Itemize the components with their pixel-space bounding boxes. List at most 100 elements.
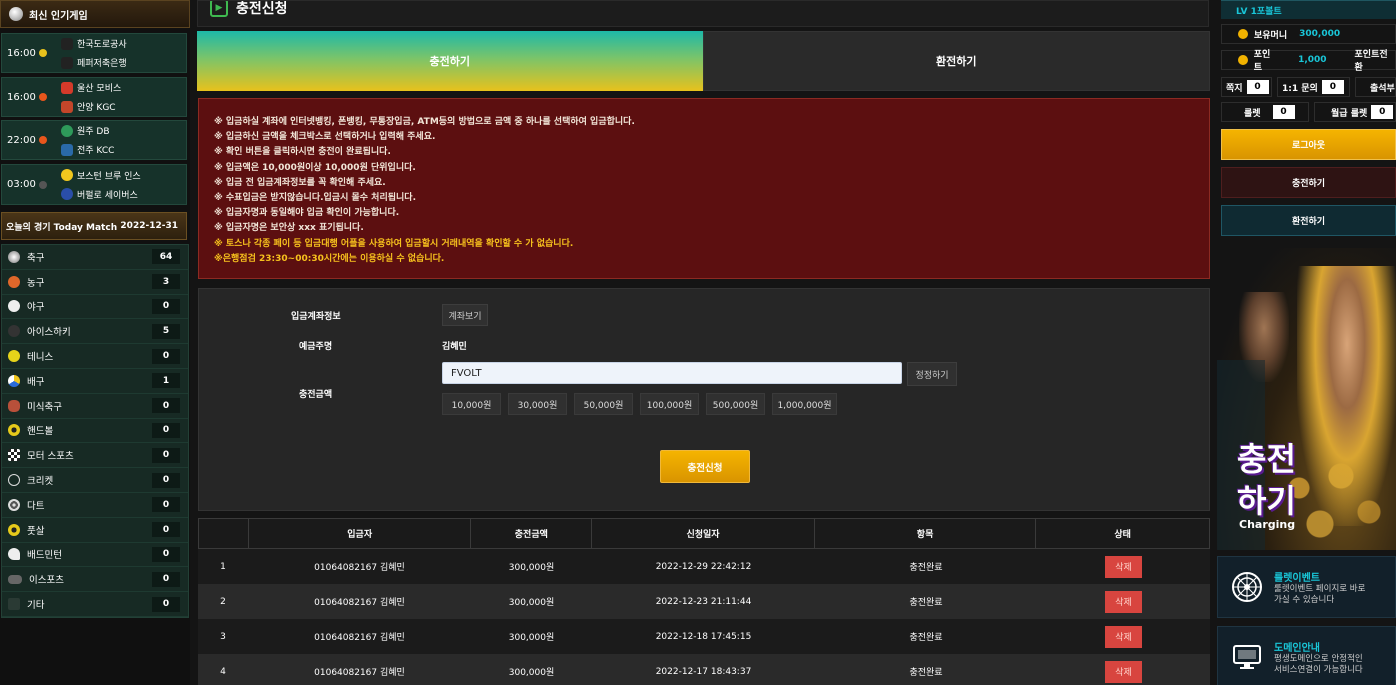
money-row: 보유머니 300,000 [1221,24,1396,44]
sport-count: 0 [152,398,180,414]
view-account-button[interactable]: 계좌보기 [442,304,488,326]
point-label: 포인트 [1253,50,1271,73]
popular-game-item[interactable]: 16:00 울산 모비스 안양 KGC [1,77,187,117]
sport-item-soccer[interactable]: 축구 64 [2,245,188,270]
delete-button[interactable]: 삭제 [1105,590,1142,613]
point-convert-link[interactable]: 포인트전환 [1355,47,1395,73]
logout-button[interactable]: 로그아웃 [1221,129,1396,160]
sport-item-motorsport[interactable]: 모터 스포츠 0 [2,443,188,469]
coin-icon [1238,55,1248,65]
sport-count: 0 [152,596,180,612]
charge-button[interactable]: 충전하기 [1221,167,1396,198]
inquiry-box[interactable]: 1:1 문의 0 [1277,77,1350,97]
user-level: LV 1포볼트 [1221,0,1396,19]
sport-item-futsal[interactable]: 풋살 0 [2,518,188,543]
sport-item-etc[interactable]: 기타 0 [2,592,188,617]
sport-item-baseball[interactable]: 야구 0 [2,295,188,320]
notice-line-warning: ※ 토스나 각종 페이 등 입금대행 어플을 사용하여 입금할시 거래내역을 확… [214,238,574,249]
notice-line: ※ 확인 버튼을 클릭하시면 충전이 완료됩니다. [214,147,391,158]
exchange-button[interactable]: 환전하기 [1221,205,1396,236]
sport-item-esports[interactable]: 이스포츠 0 [2,567,188,593]
notice-line: ※ 입금자명과 동일해야 입금 확인이 가능합니다. [214,208,400,219]
charge-submit-button[interactable]: 충전신청 [660,450,750,483]
row-status-item: 충전완료 [909,633,943,643]
sport-name: 배구 [27,376,45,388]
sport-item-tennis[interactable]: 테니스 0 [2,344,188,369]
roulette-wheel-icon [1230,570,1264,604]
page-header: ▶ 충전신청 [197,0,1209,27]
team-logo-icon [61,124,73,137]
row-action-cell: 삭제 [1037,619,1210,654]
sport-item-basketball[interactable]: 농구 3 [2,270,188,295]
amount-preset-button[interactable]: 50,000원 [574,393,633,415]
hockey-puck-icon [8,325,20,338]
sport-name: 풋살 [27,525,45,537]
notice-line: ※ 입금 전 입금계좌정보를 꼭 확인해 주세요. [214,177,386,188]
domain-info-promo[interactable]: 도메인안내 평생도메인으로 안정적인 서비스연결이 가능합니다 [1217,626,1396,685]
delete-button[interactable]: 삭제 [1105,555,1142,578]
sport-item-football[interactable]: 미식축구 0 [2,394,188,419]
col-header: 항목 [815,519,1037,548]
monthly-roulette-box[interactable]: 월급 룰렛 0 [1314,102,1396,122]
team-logo-icon [61,143,73,156]
sport-name: 핸드볼 [27,426,54,438]
col-header: 입금자 [249,519,472,548]
sport-count: 3 [152,274,180,290]
popular-game-item[interactable]: 16:00 한국도로공사 페퍼저축은행 [1,33,187,73]
home-team: 울산 모비스 [77,84,122,94]
amount-preset-button[interactable]: 10,000원 [442,393,501,415]
sport-item-cricket[interactable]: 크리켓 0 [2,468,188,493]
charge-history-table: 입금자 충전금액 신청일자 항목 상태 1 01064082167 김혜민 30… [198,518,1210,685]
amount-label: 충전금액 [299,390,333,400]
table-row: 1 01064082167 김혜민 300,000원 2022-12-29 22… [198,549,1210,584]
dartboard-icon [8,498,20,511]
sport-count: 0 [152,472,180,488]
home-team: 한국도로공사 [77,40,127,50]
amount-input[interactable] [442,362,902,384]
page-title: 충전신청 [236,0,288,17]
sport-item-volleyball[interactable]: 배구 1 [2,369,188,394]
sport-count: 5 [152,323,180,339]
popular-game-item[interactable]: 03:00 보스턴 브루 인스 버펄로 세이버스 [1,164,187,205]
banner-woman-image [1297,266,1396,526]
amount-preset-button[interactable]: 500,000원 [706,393,765,415]
misc-icon [8,598,20,611]
roulette-box[interactable]: 룰렛 0 [1221,102,1309,122]
tab-charge[interactable]: 충전하기 [197,31,703,91]
sport-item-darts[interactable]: 다트 0 [2,493,188,518]
sport-item-icehockey[interactable]: 아이스하키 5 [2,319,188,345]
football-icon [8,399,20,412]
play-icon: ▶ [210,1,228,17]
attendance-link[interactable]: 출석부 [1355,77,1396,97]
game-time: 16:00 [7,47,36,59]
reset-amount-button[interactable]: 정정하기 [907,362,957,386]
row-status-item: 충전완료 [909,563,943,573]
sport-item-handball[interactable]: 핸드볼 0 [2,419,188,444]
notice-box: ※ 입금하실 계좌에 인터넷뱅킹, 폰뱅킹, 무통장입금, ATM등의 방법으로… [198,98,1210,279]
banner-subtitle: Charging [1239,518,1296,531]
charging-banner[interactable]: 충전 하기 Charging [1217,248,1396,550]
sport-count: 0 [152,422,180,438]
money-value: 300,000 [1299,29,1341,39]
amount-preset-button[interactable]: 100,000원 [640,393,699,415]
futsal-icon [8,523,20,536]
sport-item-badminton[interactable]: 배드민턴 0 [2,543,188,568]
amount-preset-button[interactable]: 30,000원 [508,393,567,415]
team-logo-icon [61,37,73,50]
sport-name: 기타 [27,600,45,612]
team-logo-icon [61,56,73,69]
note-box[interactable]: 쪽지 0 [1221,77,1272,97]
sport-name: 미식축구 [27,401,62,413]
roulette-event-promo[interactable]: 룰렛이벤트 룰렛이벤트 페이지로 바로 가실 수 있습니다 [1217,556,1396,618]
popular-games-title: 최신 인기게임 [29,10,88,22]
tab-exchange[interactable]: 환전하기 [702,31,1210,91]
volleyball-icon [39,49,47,57]
popular-game-item[interactable]: 22:00 원주 DB 전주 KCC [1,120,187,160]
delete-button[interactable]: 삭제 [1105,660,1142,683]
notice-line: ※ 입금하실 계좌에 인터넷뱅킹, 폰뱅킹, 무통장입금, ATM등의 방법으로… [214,117,635,127]
amount-preset-button[interactable]: 1,000,000원 [772,393,837,415]
sport-count: 0 [152,571,180,587]
table-row: 3 01064082167 김혜민 300,000원 2022-12-18 17… [198,619,1210,654]
delete-button[interactable]: 삭제 [1105,625,1142,648]
notice-line: ※ 수표입금은 받지않습니다.입금시 몰수 처리됩니다. [214,193,417,204]
